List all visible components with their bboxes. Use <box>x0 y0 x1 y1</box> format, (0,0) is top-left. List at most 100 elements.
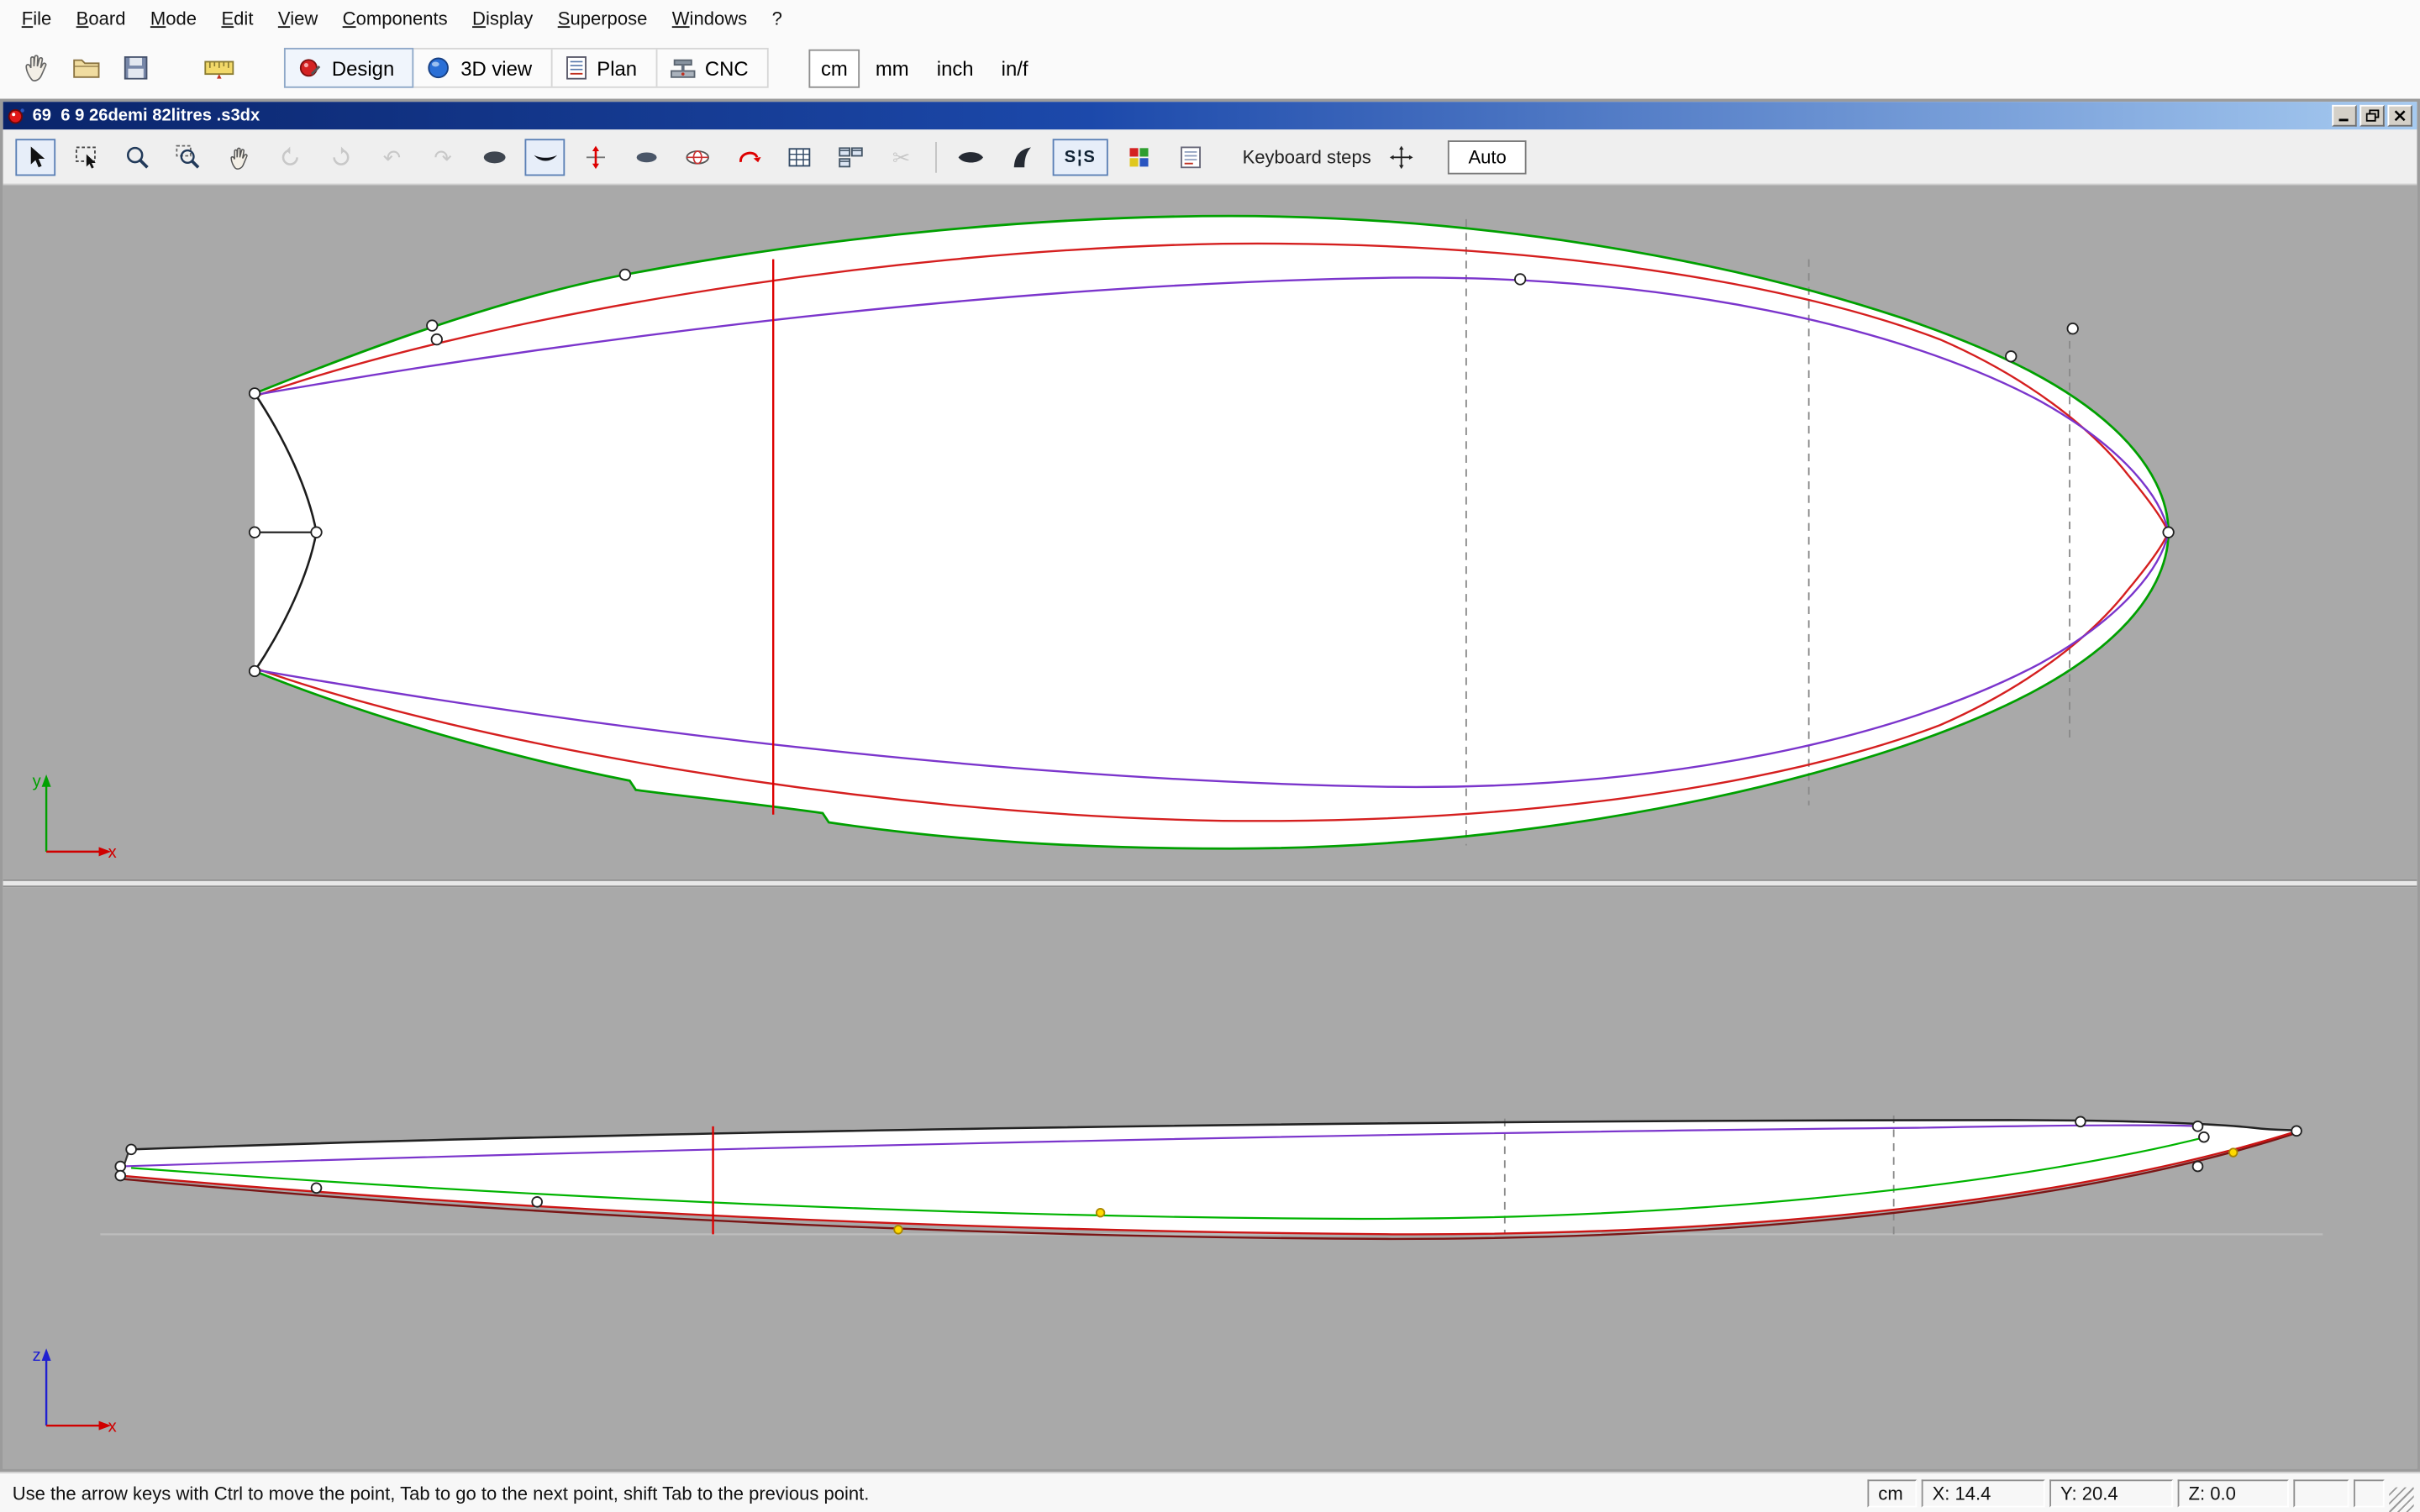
board-properties-button[interactable] <box>1170 138 1210 175</box>
menu-bar: File Board Mode Edit View Components Dis… <box>0 0 2420 37</box>
multi-pane-button[interactable] <box>830 138 871 175</box>
slice-ellipse-icon <box>634 144 659 169</box>
control-point[interactable] <box>2163 527 2173 537</box>
board-document-window: 69 6 9 26demi 82litres .s3dx <box>0 99 2420 1473</box>
zoom-window-tool-button[interactable] <box>168 138 208 175</box>
control-point[interactable] <box>2229 1148 2238 1157</box>
control-point[interactable] <box>2193 1121 2203 1131</box>
deck-view-button[interactable] <box>474 138 514 175</box>
cnc-view-button[interactable]: CNC <box>657 50 767 87</box>
board-outline-button[interactable] <box>950 138 991 175</box>
control-point[interactable] <box>620 270 630 280</box>
toolbar-separator <box>935 141 937 172</box>
unit-mm-button[interactable]: mm <box>863 49 921 87</box>
vertical-arrows-icon <box>583 144 608 169</box>
menu-windows[interactable]: Windows <box>660 2 760 35</box>
control-point[interactable] <box>250 666 260 676</box>
control-point[interactable] <box>532 1197 542 1207</box>
control-point[interactable] <box>432 334 442 344</box>
control-point[interactable] <box>311 527 321 537</box>
axis-y-label: y <box>33 773 42 791</box>
plan-view-canvas[interactable]: y x <box>3 185 2417 879</box>
window-controls <box>2329 105 2412 127</box>
design-view-button[interactable]: Design <box>284 48 414 88</box>
design-view-label: Design <box>332 56 394 80</box>
minimize-icon <box>2338 110 2351 121</box>
select-area-tool-button[interactable] <box>66 138 107 175</box>
menu-mode[interactable]: Mode <box>138 2 209 35</box>
notes-list-icon <box>1178 144 1202 169</box>
status-empty-box-2 <box>2354 1479 2385 1507</box>
menu-display[interactable]: Display <box>460 2 545 35</box>
cursor-rect-icon <box>74 144 98 169</box>
slice-view-button[interactable] <box>627 138 667 175</box>
pan-tool-button[interactable] <box>219 138 260 175</box>
control-point[interactable] <box>427 320 437 330</box>
unit-inf-button[interactable]: in/f <box>989 49 1040 87</box>
axis-x-label: x <box>108 1417 117 1436</box>
control-point[interactable] <box>250 388 260 398</box>
canvas-splitter[interactable] <box>3 879 2417 887</box>
wireframe-view-button[interactable] <box>677 138 718 175</box>
hand-icon <box>22 52 53 83</box>
control-point[interactable] <box>1097 1209 1105 1217</box>
plan-view-button[interactable]: Plan <box>552 50 657 87</box>
close-button[interactable] <box>2387 105 2412 127</box>
symmetry-toggle-button[interactable]: S¦S <box>1053 138 1108 175</box>
menu-view[interactable]: View <box>266 2 330 35</box>
control-point[interactable] <box>2193 1162 2203 1172</box>
control-point[interactable] <box>126 1144 136 1154</box>
plan-axis-indicator: y x <box>33 773 117 862</box>
resize-grip[interactable] <box>2389 1488 2413 1512</box>
auto-button[interactable]: Auto <box>1449 139 1527 173</box>
control-point[interactable] <box>115 1171 125 1181</box>
unit-cm-button[interactable]: cm <box>808 49 860 87</box>
menu-superpose[interactable]: Superpose <box>545 2 660 35</box>
fin-button[interactable] <box>1002 138 1042 175</box>
restore-button[interactable] <box>2360 105 2384 127</box>
thickness-view-button[interactable] <box>576 138 616 175</box>
control-point[interactable] <box>894 1226 902 1234</box>
profile-view-canvas[interactable]: z x <box>3 887 2417 1468</box>
status-unit: cm <box>1867 1479 1917 1507</box>
cnc-machine-icon <box>670 55 696 80</box>
grid-table-button[interactable] <box>780 138 820 175</box>
menu-file[interactable]: File <box>9 2 64 35</box>
open-file-button[interactable] <box>61 43 111 92</box>
unit-inch-button[interactable]: inch <box>924 49 986 87</box>
menu-help[interactable]: ? <box>760 2 795 35</box>
tools-toolbar: ↶ ↷ <box>3 129 2417 185</box>
select-tool-button[interactable] <box>15 138 55 175</box>
control-point[interactable] <box>2075 1116 2086 1126</box>
control-point[interactable] <box>1515 274 1525 284</box>
control-point[interactable] <box>115 1162 125 1172</box>
threed-view-button[interactable]: 3D view <box>414 50 552 87</box>
magnifier-rect-icon <box>176 144 200 169</box>
status-empty-box-1 <box>2293 1479 2349 1507</box>
flip-board-button[interactable] <box>729 138 769 175</box>
save-file-button[interactable] <box>111 43 160 92</box>
control-point[interactable] <box>2291 1126 2302 1136</box>
color-settings-button[interactable] <box>1119 138 1160 175</box>
control-point[interactable] <box>2199 1132 2209 1142</box>
menu-board[interactable]: Board <box>64 2 138 35</box>
hand-tool-button[interactable] <box>13 43 62 92</box>
window-titlebar[interactable]: 69 6 9 26demi 82litres .s3dx <box>3 102 2417 129</box>
panes-icon <box>837 144 863 169</box>
zoom-tool-button[interactable] <box>118 138 158 175</box>
control-point[interactable] <box>2006 351 2016 361</box>
measurements-button[interactable] <box>194 43 244 92</box>
keyboard-steps-mode-button[interactable] <box>1382 138 1423 175</box>
undo-button: ↶ <box>372 138 413 175</box>
control-point[interactable] <box>250 527 260 537</box>
menu-components[interactable]: Components <box>330 2 460 35</box>
control-point[interactable] <box>312 1183 322 1193</box>
grid-icon <box>787 144 812 169</box>
axis-x-label: x <box>108 843 117 862</box>
board-silhouette-icon <box>957 144 985 169</box>
outline-view-button[interactable] <box>524 138 565 175</box>
control-point[interactable] <box>2067 323 2077 333</box>
menu-edit[interactable]: Edit <box>209 2 266 35</box>
minimize-button[interactable] <box>2332 105 2356 127</box>
fin-icon <box>1010 144 1034 169</box>
